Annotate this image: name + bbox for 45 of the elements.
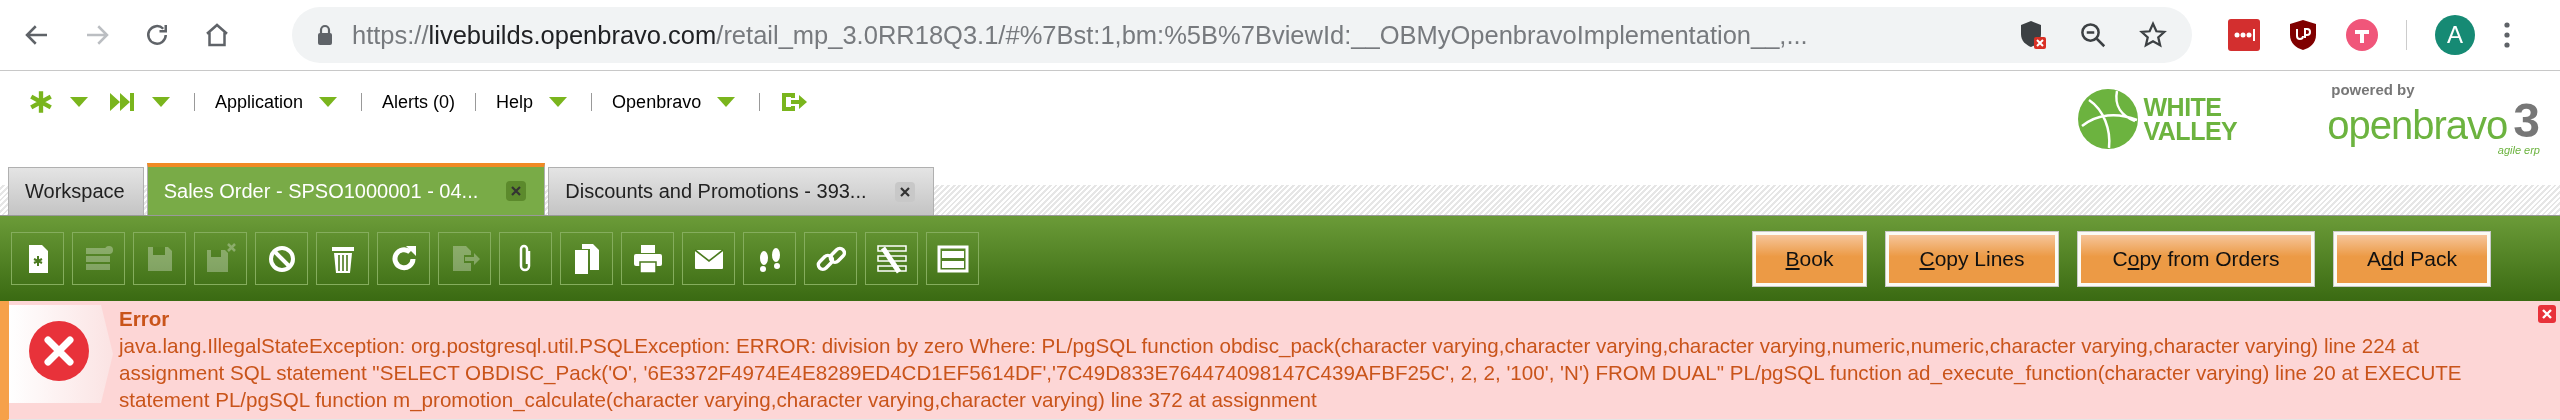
tab[interactable]: Discounts and Promotions - 393... [548, 167, 934, 215]
footprints-button[interactable] [743, 232, 796, 285]
logo-tagline: powered by [2331, 82, 2415, 97]
action-button[interactable]: Add Pack [2334, 231, 2490, 286]
extension-icon[interactable] [2346, 19, 2378, 51]
error-title: Error [119, 306, 171, 332]
cancel-button[interactable] [255, 232, 308, 285]
menu-item[interactable]: Application [215, 91, 304, 113]
close-icon[interactable] [506, 181, 527, 201]
refresh-button[interactable] [377, 232, 430, 285]
profile-avatar[interactable]: A [2435, 15, 2475, 55]
menu-icon[interactable] [2503, 21, 2511, 49]
printer-button[interactable] [621, 232, 674, 285]
error-icon [9, 305, 113, 403]
extension-icon[interactable] [2228, 19, 2260, 51]
menu-item[interactable]: Openbravo [612, 91, 702, 113]
envelope-button[interactable] [682, 232, 735, 285]
url-text: https://livebuilds.openbravo.com/retail_mp_3.0RR18Q3.1/#%7Bst:1,bm:%5B%7BviewId:__OBMyOpenbravoImplementation__,... [352, 20, 1809, 50]
logo-version: 3 [2513, 97, 2540, 145]
action-button[interactable]: Copy Lines [1886, 231, 2058, 286]
tab[interactable]: Workspace [8, 167, 144, 215]
ball-icon [2077, 88, 2140, 150]
logo-tagline: agile erp [2497, 145, 2540, 156]
address-bar[interactable]: https://livebuilds.openbravo.com/retail_mp_3.0RR18Q3.1/#%7Bst:1,bm:%5B%7BviewId:__OBMyOpenbravoImplementation__,... [292, 7, 2192, 63]
paperclip-button[interactable] [499, 232, 552, 285]
error-message: java.lang.IllegalStateException: org.postgresql.util.PSQLException: ERROR: division by zero Where: PL/pgSQL function obdisc_pack(character varying,character varying,character varying,numeric,numeric,character varying,character varying) line 224 at assignment SQL statement "SELECT OBDISC_Pack('O', '6E3372F4974E4E8289ED4CD1EF5614DF','7C49D833E764474098147C439AFBF25C', 2, 2, '100', 'N') FROM DUAL" PL/pgSQL function ad_execute_function(character varying) line 20 at EXECUTE statement PL/pgSQL function m_promotion_calculate(character varying,character varying,character varying) line 372 at assignment [119, 333, 2463, 413]
shield-icon[interactable] [2018, 19, 2048, 51]
logo-text: VALLEY [2143, 119, 2238, 143]
form-view-button[interactable] [926, 232, 979, 285]
star-icon[interactable] [2138, 20, 2168, 50]
shield-icon[interactable] [2288, 19, 2318, 51]
menu-item[interactable]: Help [496, 91, 534, 113]
link-button[interactable] [804, 232, 857, 285]
close-icon[interactable] [894, 181, 915, 202]
copy-button[interactable] [560, 232, 613, 285]
menu-item[interactable]: Alerts (0) [382, 91, 456, 113]
logo-text: openbravo [2327, 105, 2508, 145]
close-icon[interactable] [2538, 305, 2556, 323]
logo-text: WHITE [2143, 95, 2223, 119]
action-button[interactable]: Copy from Orders [2078, 231, 2314, 286]
lock-icon [316, 24, 334, 46]
trash-button[interactable] [316, 232, 369, 285]
zoom-out-icon[interactable] [2078, 20, 2108, 50]
new-document-button[interactable] [11, 232, 64, 285]
action-button[interactable]: Book [1753, 231, 1866, 286]
